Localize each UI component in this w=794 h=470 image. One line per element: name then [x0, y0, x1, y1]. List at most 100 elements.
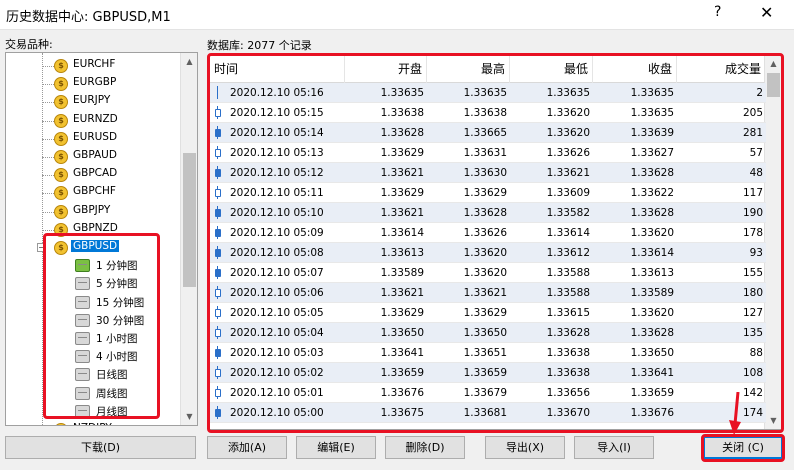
- tree-item-symbol[interactable]: $ NZDJPY: [6, 421, 181, 425]
- coin-icon: $: [54, 423, 68, 425]
- table-row[interactable]: 2020.12.10 05:11 1.33629 1.33629 1.33609 1.3…: [210, 183, 766, 203]
- table-row[interactable]: 2020.12.10 05:07 1.33589 1.33620 1.33588 1.3…: [210, 263, 766, 283]
- table-cell: 1.33635: [463, 87, 507, 99]
- column-header[interactable]: 开盘: [345, 55, 427, 83]
- import-button[interactable]: 导入(I): [574, 436, 654, 459]
- table-cell: 1.33628: [463, 207, 507, 219]
- tree-item-timeframe[interactable]: 日线图: [6, 366, 166, 384]
- table-scroll-down-icon[interactable]: ▼: [765, 412, 781, 429]
- symbol-tree[interactable]: ▲ ▼ $ EURCHF $ EURGBP $ EURJPY $ EURNZD $ EURUSD $…: [5, 52, 198, 426]
- candle-icon: [215, 166, 221, 179]
- table-row[interactable]: 2020.12.10 05:10 1.33621 1.33628 1.33582 1.3…: [210, 203, 766, 223]
- delete-button[interactable]: 删除(D): [385, 436, 465, 459]
- tree-item-symbol[interactable]: $ GBPNZD: [6, 221, 181, 239]
- tree-connector: [42, 193, 54, 195]
- close-icon[interactable]: ✕: [760, 3, 773, 22]
- tree-scrollbar[interactable]: ▲ ▼: [180, 53, 197, 425]
- tree-item-timeframe[interactable]: 月线图: [6, 403, 166, 421]
- database-icon: [75, 259, 90, 273]
- table-scroll-thumb[interactable]: [767, 73, 780, 97]
- table-cell: 1.33614: [546, 227, 590, 239]
- history-table[interactable]: 时间 开盘 最高 最低 收盘 成交量 ▲ ▼ 2020.12.10 05:16 1.3363…: [209, 54, 782, 430]
- tree-item-timeframe[interactable]: 周线图: [6, 385, 166, 403]
- table-cell: 1.33635: [380, 87, 424, 99]
- column-header[interactable]: 成交量: [677, 55, 766, 83]
- close-dialog-button[interactable]: 关闭 (C): [703, 436, 783, 459]
- collapse-toggle-icon[interactable]: −: [37, 243, 46, 252]
- tree-item-timeframe[interactable]: 1 分钟图: [6, 257, 166, 275]
- table-row[interactable]: 2020.12.10 05:16 1.33635 1.33635 1.33635 1.3…: [210, 83, 766, 103]
- column-header[interactable]: 收盘: [593, 55, 677, 83]
- table-row[interactable]: 2020.12.10 05:12 1.33621 1.33630 1.33621 1.3…: [210, 163, 766, 183]
- add-button[interactable]: 添加(A): [207, 436, 287, 459]
- table-cell: 2020.12.10 05:06: [230, 287, 324, 299]
- tree-item-symbol[interactable]: $ GBPAUD: [6, 148, 181, 166]
- table-cell: 2020.12.10 05:07: [230, 267, 324, 279]
- table-row[interactable]: 2020.12.10 05:02 1.33659 1.33659 1.33638 1.3…: [210, 363, 766, 383]
- candle-icon: [215, 386, 221, 399]
- table-cell: 1.33621: [546, 167, 590, 179]
- table-cell: 205: [742, 107, 763, 119]
- scroll-up-arrow-icon[interactable]: ▲: [181, 53, 197, 70]
- tree-item-symbol[interactable]: $ EURJPY: [6, 93, 181, 111]
- column-header[interactable]: 最高: [427, 55, 510, 83]
- table-row[interactable]: 2020.12.10 05:14 1.33628 1.33665 1.33620 1.3…: [210, 123, 766, 143]
- tree-item-timeframe[interactable]: 30 分钟图: [6, 312, 166, 330]
- table-cell: 1.33589: [630, 287, 674, 299]
- tree-item-timeframe[interactable]: 5 分钟图: [6, 275, 166, 293]
- tree-item-symbol[interactable]: $ GBPCAD: [6, 166, 181, 184]
- table-cell: 2020.12.10 05:15: [230, 107, 324, 119]
- tree-item-selected-symbol[interactable]: $ GBPUSD: [6, 239, 181, 257]
- candle-icon: [215, 346, 221, 359]
- table-cell: 1.33620: [546, 107, 590, 119]
- help-icon[interactable]: ?: [714, 4, 721, 20]
- tree-item-symbol[interactable]: $ EURGBP: [6, 75, 181, 93]
- tree-item-label: EURCHF: [73, 58, 116, 70]
- column-header[interactable]: 最低: [510, 55, 593, 83]
- table-cell: 1.33620: [630, 307, 674, 319]
- table-cell: 2020.12.10 05:10: [230, 207, 324, 219]
- table-cell: 1.33638: [546, 367, 590, 379]
- table-row[interactable]: 2020.12.10 05:05 1.33629 1.33629 1.33615 1.3…: [210, 303, 766, 323]
- tree-item-label: NZDJPY: [73, 422, 112, 425]
- tree-item-timeframe[interactable]: 15 分钟图: [6, 294, 166, 312]
- tree-item-label: 日线图: [96, 369, 128, 382]
- tree-item-symbol[interactable]: $ GBPJPY: [6, 203, 181, 221]
- tree-scroll-thumb[interactable]: [183, 153, 196, 287]
- candle-icon: [215, 106, 221, 119]
- database-icon: [75, 277, 90, 291]
- scroll-down-arrow-icon[interactable]: ▼: [181, 408, 197, 425]
- table-cell: 1.33635: [546, 87, 590, 99]
- table-cell: 1.33621: [380, 287, 424, 299]
- table-cell: 1.33620: [630, 227, 674, 239]
- window-title: 历史数据中心: GBPUSD,M1: [6, 10, 171, 25]
- table-row[interactable]: 2020.12.10 05:04 1.33650 1.33650 1.33628 1.3…: [210, 323, 766, 343]
- database-icon: [75, 404, 90, 418]
- table-cell: 1.33659: [463, 367, 507, 379]
- table-scroll-up-icon[interactable]: ▲: [765, 55, 781, 72]
- table-scrollbar[interactable]: ▲ ▼: [764, 55, 781, 429]
- table-cell: 1.33629: [463, 187, 507, 199]
- tree-item-timeframe[interactable]: 4 小时图: [6, 348, 166, 366]
- table-cell: 1.33665: [463, 127, 507, 139]
- tree-item-symbol[interactable]: $ EURNZD: [6, 112, 181, 130]
- table-row[interactable]: 2020.12.10 05:00 1.33675 1.33681 1.33670 1.3…: [210, 403, 766, 423]
- table-row[interactable]: 2020.12.10 05:09 1.33614 1.33626 1.33614 1.3…: [210, 223, 766, 243]
- table-row[interactable]: 2020.12.10 05:15 1.33638 1.33638 1.33620 1.3…: [210, 103, 766, 123]
- table-row[interactable]: 2020.12.10 05:13 1.33629 1.33631 1.33626 1.3…: [210, 143, 766, 163]
- export-button[interactable]: 导出(X): [485, 436, 565, 459]
- tree-item-symbol[interactable]: $ GBPCHF: [6, 184, 181, 202]
- title-bar: 历史数据中心: GBPUSD,M1 ? ✕: [0, 0, 794, 30]
- table-row[interactable]: 2020.12.10 05:03 1.33641 1.33651 1.33638 1.3…: [210, 343, 766, 363]
- download-button[interactable]: 下载(D): [5, 436, 196, 459]
- table-row[interactable]: 2020.12.10 05:06 1.33621 1.33621 1.33588 1.3…: [210, 283, 766, 303]
- tree-item-label: 30 分钟图: [96, 314, 145, 327]
- tree-item-symbol[interactable]: $ EURUSD: [6, 130, 181, 148]
- tree-item-timeframe[interactable]: 1 小时图: [6, 330, 166, 348]
- edit-button[interactable]: 编辑(E): [296, 436, 376, 459]
- table-row[interactable]: 2020.12.10 05:01 1.33676 1.33679 1.33656 1.3…: [210, 383, 766, 403]
- tree-item-symbol[interactable]: $ EURCHF: [6, 57, 181, 75]
- table-row[interactable]: 2020.12.10 05:08 1.33613 1.33620 1.33612 1.3…: [210, 243, 766, 263]
- table-cell: 1.33615: [546, 307, 590, 319]
- column-header[interactable]: 时间: [210, 55, 345, 83]
